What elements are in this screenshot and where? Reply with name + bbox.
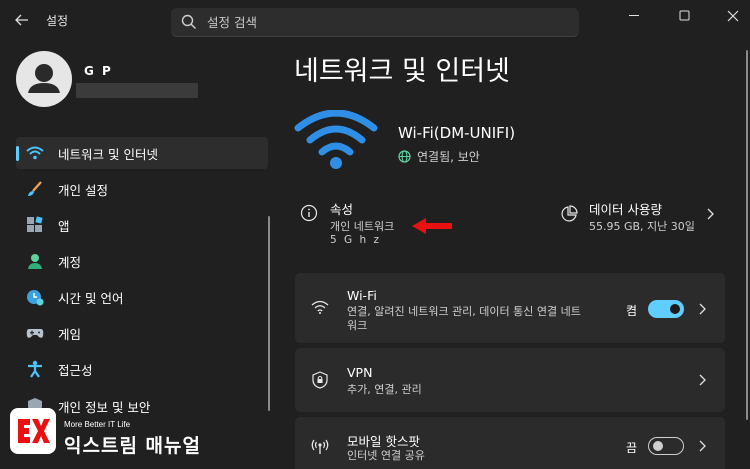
vpn-shield-icon <box>312 371 328 389</box>
ex-logo-icon <box>18 419 50 443</box>
sidebar-item-network[interactable]: 네트워크 및 인터넷 <box>16 137 268 169</box>
page-title: 네트워크 및 인터넷 <box>294 56 510 87</box>
sidebar-item-accessibility[interactable]: 접근성 <box>16 353 268 385</box>
sidebar-scrollbar[interactable] <box>268 216 270 411</box>
brush-icon <box>26 180 44 198</box>
network-status-text: 연결됨, 보안 <box>417 150 480 164</box>
watermark-name: 익스트림 매뉴얼 <box>64 435 201 457</box>
watermark-logo <box>10 408 56 454</box>
sidebar-item-label: 개인 설정 <box>58 182 108 198</box>
sidebar-item-label: 앱 <box>58 218 70 234</box>
main-scrollbar[interactable] <box>746 50 748 420</box>
watermark-tagline: More Better IT Life <box>64 420 131 429</box>
wifi-card-desc-line2: 워크 <box>347 319 368 332</box>
properties-band: 5 G h z <box>330 234 381 246</box>
hotspot-toggle-label: 끔 <box>626 441 638 455</box>
user-name: G P <box>84 64 113 78</box>
search-input[interactable] <box>207 14 547 30</box>
apps-icon <box>26 216 44 234</box>
hotspot-card-chevron <box>697 439 709 453</box>
wifi-card[interactable]: Wi-Fi 연결, 알려진 네트워크 관리, 데이터 통신 연결 네트 워크 켬 <box>295 273 725 343</box>
account-icon <box>26 252 44 270</box>
sidebar-item-label: 개인 정보 및 보안 <box>58 399 151 415</box>
sidebar-item-apps[interactable]: 앱 <box>16 209 268 241</box>
app-title: 설정 <box>46 14 69 28</box>
chevron-right-icon <box>699 374 706 386</box>
mobile-hotspot-card[interactable]: 모바일 핫스팟 인터넷 연결 공유 끔 <box>295 417 725 469</box>
maximize-button[interactable] <box>670 6 700 26</box>
vpn-card-title: VPN <box>347 365 373 380</box>
properties-title: 속성 <box>330 202 354 217</box>
toggle-knob <box>653 441 663 451</box>
redacted-email <box>76 83 198 98</box>
pie-chart-icon <box>561 205 578 222</box>
data-usage-title: 데이터 사용량 <box>589 202 662 217</box>
chevron-right-icon <box>707 208 714 220</box>
network-status: 연결됨, 보안 <box>398 148 480 165</box>
close-button[interactable] <box>718 6 748 26</box>
minimize-button[interactable] <box>620 6 650 26</box>
wifi-card-chevron <box>697 302 709 316</box>
search-icon <box>181 14 196 29</box>
sidebar-item-accounts[interactable]: 계정 <box>16 245 268 277</box>
chevron-right-icon <box>699 440 706 452</box>
sidebar-item-gaming[interactable]: 게임 <box>16 317 268 349</box>
properties-network-profile: 개인 네트워크 <box>330 220 395 233</box>
sidebar-item-label: 계정 <box>58 254 82 270</box>
sidebar-item-time-language[interactable]: 시간 및 언어 <box>16 281 268 313</box>
globe-icon <box>398 150 411 163</box>
hotspot-toggle[interactable] <box>648 437 684 455</box>
active-indicator <box>16 146 19 161</box>
back-arrow-icon <box>15 14 28 26</box>
wifi-toggle-label: 켬 <box>626 304 638 318</box>
avatar[interactable] <box>16 51 72 107</box>
network-name: Wi-Fi(DM-UNIFI) <box>398 124 516 142</box>
network-icon <box>26 144 44 162</box>
wifi-toggle[interactable] <box>648 300 684 318</box>
hotspot-card-desc: 인터넷 연결 공유 <box>347 449 425 462</box>
sidebar-item-label: 시간 및 언어 <box>58 290 124 306</box>
sidebar-item-label: 네트워크 및 인터넷 <box>58 146 158 162</box>
info-icon <box>300 204 318 222</box>
sidebar-item-personalization[interactable]: 개인 설정 <box>16 173 268 205</box>
wifi-large-icon <box>294 110 378 169</box>
accessibility-icon <box>26 360 44 378</box>
annotation-arrow-icon <box>412 218 452 234</box>
vpn-card-desc: 추가, 연결, 관리 <box>347 383 422 396</box>
wifi-icon <box>311 300 329 314</box>
close-icon <box>727 10 739 22</box>
wifi-card-desc-line1: 연결, 알려진 네트워크 관리, 데이터 통신 연결 네트 <box>347 305 581 318</box>
vpn-card[interactable]: VPN 추가, 연결, 관리 <box>295 348 725 412</box>
vpn-card-chevron <box>697 373 709 387</box>
sidebar-item-label: 접근성 <box>58 362 93 378</box>
back-button[interactable] <box>10 8 34 32</box>
toggle-knob <box>670 304 680 314</box>
time-language-icon <box>26 288 44 306</box>
hotspot-icon <box>311 439 329 454</box>
data-usage-detail: 55.95 GB, 지난 30일 <box>589 220 695 233</box>
search-box[interactable] <box>171 8 579 37</box>
gamepad-icon <box>26 324 44 342</box>
wifi-card-title: Wi-Fi <box>347 288 377 303</box>
user-silhouette-icon <box>28 64 60 93</box>
maximize-icon <box>679 10 690 21</box>
chevron-right-icon <box>699 303 706 315</box>
data-usage-chevron <box>705 207 717 221</box>
sidebar-item-label: 게임 <box>58 326 82 342</box>
minimize-icon <box>629 15 639 16</box>
